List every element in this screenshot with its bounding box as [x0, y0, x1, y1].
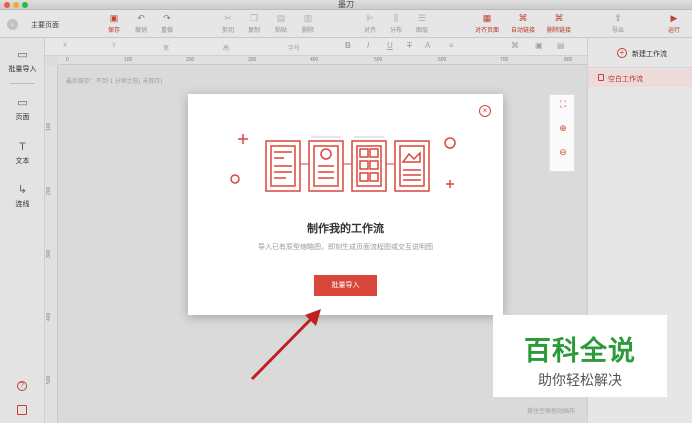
dialog-title: 制作我的工作流	[307, 223, 384, 235]
watermark-brand: 百科全说	[524, 336, 636, 366]
batch-import-button[interactable]: 批量导入	[314, 275, 377, 296]
close-icon[interactable]: ×	[479, 105, 491, 117]
fit-screen-icon[interactable]: ⛶	[556, 99, 570, 110]
zoom-toolbar: ⛶ ⊕ ⊖	[549, 94, 575, 172]
dialog-description: 导入已有原型缩略图，即刻生成页面流程图或交互说明图	[258, 244, 433, 251]
create-workflow-dialog: × 制作我的工作流 导入已有原型缩略图，即刻生成页面流程图或交互说明图 批量导入	[188, 94, 503, 315]
watermark-slogan: 助你轻松解决	[538, 372, 622, 388]
zoom-in-icon[interactable]: ⊕	[556, 123, 570, 134]
zoom-out-icon[interactable]: ⊖	[556, 147, 570, 158]
watermark: 百科全说 助你轻松解决	[493, 315, 667, 397]
workflow-illustration-icon	[230, 134, 456, 192]
